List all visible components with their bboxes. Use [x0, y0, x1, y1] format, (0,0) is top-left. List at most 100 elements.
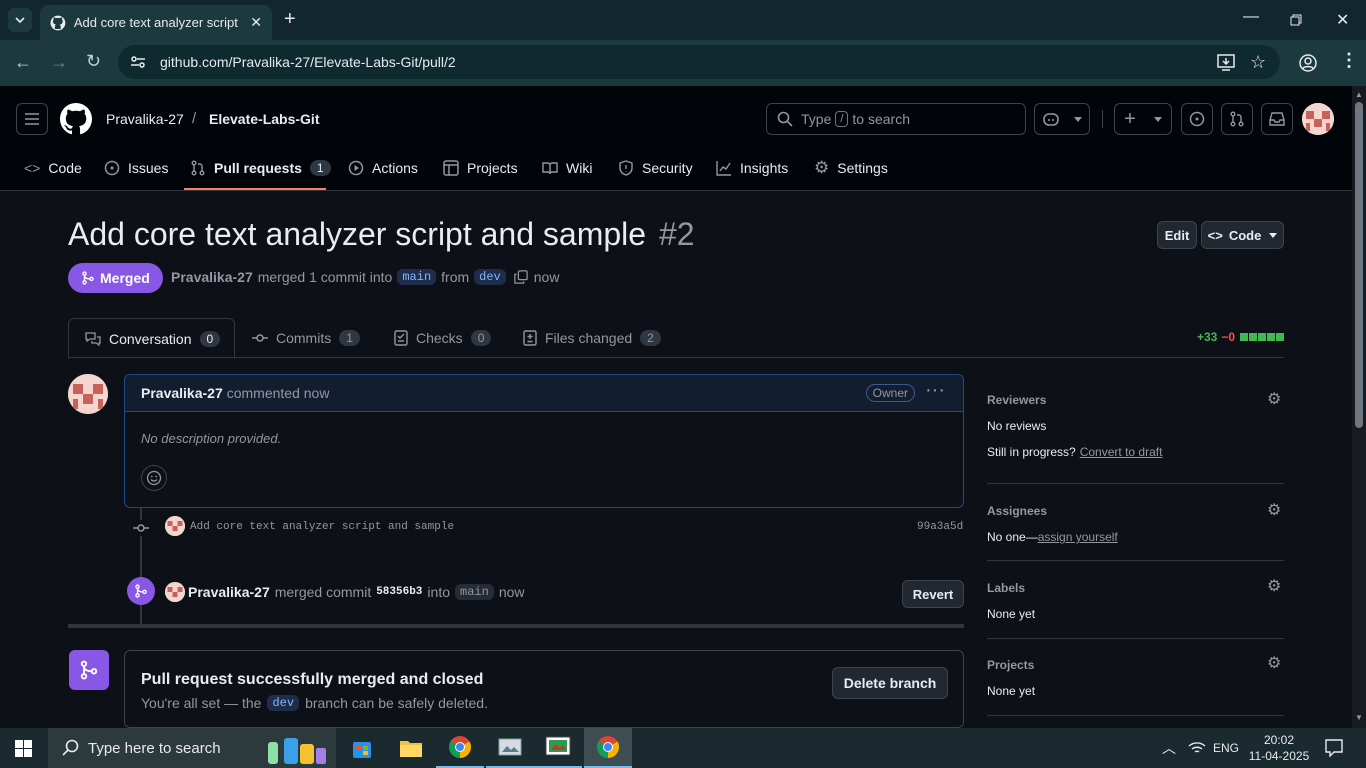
copilot-button[interactable] — [1034, 103, 1090, 135]
taskbar-chrome-active-app[interactable] — [584, 728, 632, 768]
draft-prompt: Still in progress? Convert to draft — [987, 445, 1162, 459]
scroll-up-icon[interactable]: ▲ — [1355, 90, 1363, 99]
comment-author-avatar[interactable] — [68, 374, 108, 414]
bookmark-star-icon[interactable]: ☆ — [1250, 52, 1266, 73]
revert-button[interactable]: Revert — [902, 580, 964, 608]
site-info-icon[interactable] — [130, 55, 146, 69]
show-hidden-icons-icon[interactable]: ︿ — [1162, 738, 1176, 758]
merge-author-link[interactable]: Pravalika-27 — [188, 584, 270, 600]
add-reaction-button[interactable] — [141, 465, 167, 491]
merge-author-avatar[interactable] — [165, 582, 185, 602]
tab-security[interactable]: Security — [618, 146, 693, 190]
merge-box-text-suffix: branch can be safely deleted. — [305, 695, 488, 711]
smiley-icon — [146, 470, 162, 486]
tab-files-changed[interactable]: Files changed 2 — [523, 318, 661, 358]
repo-owner-link[interactable]: Pravalika-27 — [106, 111, 184, 127]
tab-conversation[interactable]: Conversation 0 — [68, 318, 235, 359]
scroll-down-icon[interactable]: ▼ — [1355, 713, 1363, 722]
notifications-icon[interactable] — [1325, 739, 1343, 757]
pull-requests-counter: 1 — [309, 160, 331, 176]
taskbar-photos-app[interactable] — [486, 728, 534, 768]
profile-icon[interactable] — [1299, 54, 1317, 72]
tab-search-button[interactable] — [8, 8, 32, 32]
scrollbar-thumb[interactable] — [1355, 102, 1363, 428]
github-logo-icon[interactable] — [60, 103, 92, 135]
taskbar-chrome-app[interactable] — [436, 728, 484, 768]
merge-sha-link[interactable]: 58356b3 — [376, 586, 422, 598]
forward-icon[interactable]: → — [50, 52, 68, 73]
page-title: Add core text analyzer script and sample — [68, 216, 647, 252]
back-icon[interactable]: ← — [14, 52, 32, 73]
user-avatar[interactable] — [1302, 103, 1334, 135]
new-tab-icon[interactable]: + — [284, 8, 296, 31]
restore-icon[interactable] — [1290, 14, 1303, 26]
tab-code[interactable]: <> Code — [24, 146, 82, 190]
comment-author-link[interactable]: Pravalika-27 — [141, 385, 223, 401]
windows-start-icon[interactable] — [15, 740, 32, 757]
close-window-icon[interactable]: ✕ — [1336, 10, 1349, 30]
taskbar-search-input[interactable]: Type here to search — [48, 728, 336, 768]
path-separator: / — [192, 110, 197, 127]
image-viewer-icon — [498, 738, 522, 756]
taskbar-clock[interactable]: 20:02 11-04-2025 — [1248, 732, 1310, 764]
hamburger-menu-button[interactable] — [16, 103, 48, 135]
repo-name-link[interactable]: Elevate-Labs-Git — [209, 111, 319, 127]
tab-checks[interactable]: Checks 0 — [394, 318, 492, 358]
code-icon: <> — [1207, 227, 1223, 243]
code-dropdown-button[interactable]: <> Code — [1201, 221, 1284, 249]
assign-yourself-link[interactable]: assign yourself — [1038, 530, 1118, 544]
sidebar-divider — [987, 560, 1284, 561]
browser-menu-icon[interactable]: ⋮ — [1340, 50, 1358, 71]
language-indicator[interactable]: ENG — [1213, 741, 1239, 755]
issues-button[interactable] — [1181, 103, 1213, 135]
reviewers-heading: Reviewers — [987, 393, 1047, 407]
tab-wiki[interactable]: Wiki — [542, 146, 592, 190]
address-bar[interactable]: github.com/Pravalika-27/Elevate-Labs-Git… — [118, 45, 1280, 79]
merge-branch[interactable]: main — [455, 584, 494, 600]
tab-code-label: Code — [48, 160, 82, 176]
head-branch[interactable]: dev — [474, 269, 506, 285]
create-new-button[interactable]: + — [1114, 103, 1172, 135]
taskbar-explorer-app[interactable] — [387, 728, 435, 768]
reviewers-gear-icon[interactable]: ⚙ — [1267, 389, 1281, 409]
install-app-icon[interactable] — [1217, 54, 1235, 71]
assignees-value: No one— assign yourself — [987, 530, 1118, 544]
commit-sha-link[interactable]: 99a3a5d — [917, 521, 963, 533]
tab-commits[interactable]: Commits 1 — [252, 318, 360, 358]
tab-projects[interactable]: Projects — [443, 146, 518, 190]
minimize-icon[interactable]: — — [1243, 8, 1259, 26]
taskbar-store-app[interactable] — [338, 728, 386, 768]
assignees-gear-icon[interactable]: ⚙ — [1267, 500, 1281, 520]
base-branch[interactable]: main — [397, 269, 437, 285]
wifi-icon[interactable] — [1188, 741, 1206, 755]
inbox-button[interactable] — [1261, 103, 1293, 135]
projects-gear-icon[interactable]: ⚙ — [1267, 653, 1281, 673]
kebab-menu-icon[interactable]: ··· — [925, 379, 945, 402]
tab-close-icon[interactable]: ✕ — [250, 14, 262, 31]
browser-tab[interactable]: Add core text analyzer script an ✕ — [40, 5, 272, 40]
tab-pull-requests[interactable]: Pull requests 1 — [184, 146, 331, 190]
commit-author-avatar[interactable] — [165, 516, 185, 536]
labels-gear-icon[interactable]: ⚙ — [1267, 576, 1281, 596]
tab-settings[interactable]: ⚙ Settings — [814, 146, 888, 190]
copy-icon[interactable] — [514, 270, 528, 284]
diffstat-bar — [1240, 333, 1284, 341]
search-input[interactable]: Type / to search — [766, 103, 1026, 135]
gear-icon: ⚙ — [814, 158, 830, 177]
commit-message-link[interactable]: Add core text analyzer script and sample — [190, 521, 454, 533]
pr-title-row: Add core text analyzer script and sample… — [68, 216, 695, 253]
tab-insights[interactable]: Insights — [716, 146, 788, 190]
page-scrollbar[interactable]: ▲ ▼ — [1352, 86, 1366, 728]
pull-requests-button[interactable] — [1221, 103, 1253, 135]
taskbar-snipping-app[interactable] — [534, 728, 582, 768]
inbox-icon — [1269, 112, 1285, 126]
pr-author-link[interactable]: Pravalika-27 — [171, 269, 253, 285]
tab-actions[interactable]: Actions — [348, 146, 418, 190]
projects-value: None yet — [987, 684, 1036, 698]
merge-box-branch[interactable]: dev — [267, 695, 300, 711]
reload-icon[interactable]: ↻ — [86, 51, 101, 72]
tab-issues[interactable]: Issues — [104, 146, 168, 190]
convert-to-draft-link[interactable]: Convert to draft — [1080, 445, 1163, 459]
edit-button[interactable]: Edit — [1157, 221, 1197, 249]
delete-branch-button[interactable]: Delete branch — [832, 667, 948, 699]
